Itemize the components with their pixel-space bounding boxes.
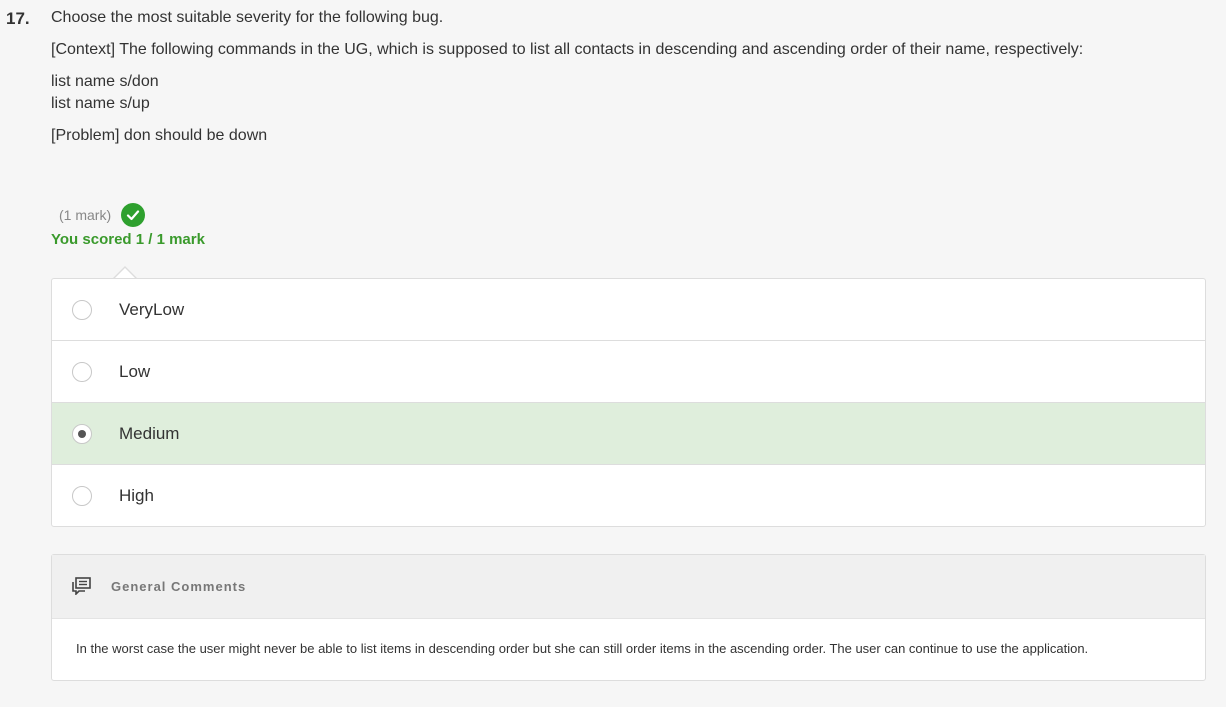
- option-label: Low: [119, 361, 151, 381]
- option-label: High: [119, 485, 154, 505]
- option-label: VeryLow: [119, 299, 185, 319]
- radio-button[interactable]: [72, 299, 92, 320]
- comments-title: General Comments: [111, 579, 247, 594]
- question-number: 17.: [6, 9, 30, 28]
- option-low[interactable]: Low: [52, 341, 1205, 403]
- command-list: list name s/don list name s/up: [51, 71, 1211, 115]
- radio-button-selected[interactable]: [72, 423, 92, 444]
- mark-value: (1 mark): [59, 207, 112, 223]
- comments-header: General Comments: [52, 555, 1205, 619]
- question-text: Choose the most suitable severity for th…: [51, 7, 1211, 157]
- question-container: 17. Choose the most suitable severity fo…: [0, 0, 1226, 707]
- option-label: Medium: [119, 423, 180, 443]
- check-circle-icon: [121, 203, 146, 227]
- score-result: You scored 1 / 1 mark: [51, 231, 205, 248]
- radio-button[interactable]: [72, 485, 92, 506]
- radio-button[interactable]: [72, 361, 92, 382]
- mark-row: (1 mark): [59, 203, 146, 227]
- option-medium[interactable]: Medium: [52, 403, 1205, 465]
- general-comments-panel: General Comments In the worst case the u…: [51, 554, 1206, 681]
- option-verylow[interactable]: VeryLow: [52, 279, 1205, 341]
- question-problem: [Problem] don should be down: [51, 127, 268, 144]
- radio-dot: [78, 429, 86, 438]
- question-context: [Context] The following commands in the …: [51, 41, 1084, 58]
- command-line: list name s/up: [51, 95, 150, 112]
- comments-body: In the worst case the user might never b…: [76, 641, 1089, 656]
- question-prompt: Choose the most suitable severity for th…: [51, 9, 444, 26]
- command-line: list name s/don: [51, 73, 159, 90]
- option-high[interactable]: High: [52, 465, 1205, 526]
- comments-icon: [72, 577, 92, 600]
- answer-options: VeryLow Low Medium High: [51, 278, 1206, 527]
